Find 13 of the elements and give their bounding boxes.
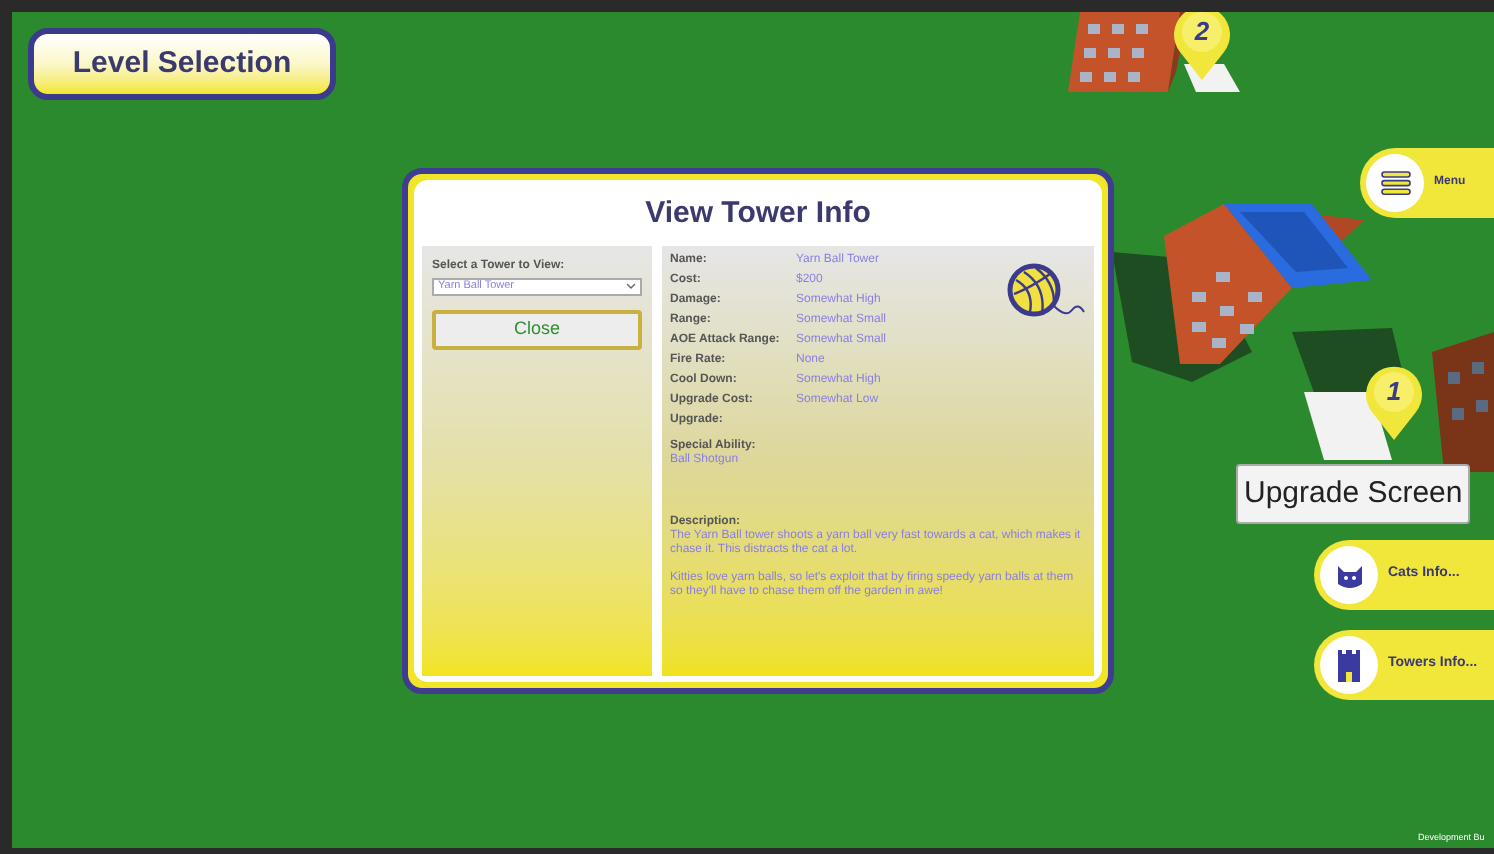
tower-icon: [1336, 647, 1362, 683]
chevron-down-icon: [626, 282, 636, 290]
dialog-title: View Tower Info: [643, 194, 873, 234]
close-button[interactable]: Close: [432, 309, 642, 349]
building-drawing: [1068, 12, 1188, 92]
yarn-ball-icon: [1006, 261, 1086, 321]
menu-icon: [1379, 170, 1411, 196]
level-number: 2: [1194, 18, 1210, 44]
level-number: 1: [1386, 378, 1402, 404]
map-pin-icon: [1168, 12, 1236, 84]
tooltip: Upgrade Screen: [1236, 464, 1471, 524]
level-selection-button[interactable]: Level Selection: [28, 28, 336, 100]
map-pin-icon: [1360, 364, 1428, 444]
